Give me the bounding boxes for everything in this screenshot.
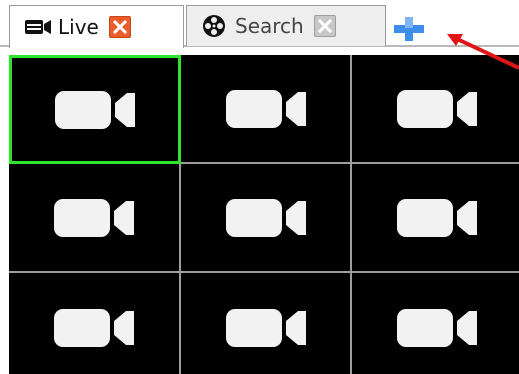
video-camera-icon <box>54 309 134 347</box>
tab-live-label: Live <box>58 15 99 39</box>
camera-icon <box>25 20 51 34</box>
video-camera-icon <box>225 309 306 347</box>
video-cell[interactable] <box>9 164 181 273</box>
tab-search[interactable]: Search <box>186 5 386 46</box>
plus-icon[interactable] <box>392 16 426 42</box>
video-cell[interactable] <box>352 164 519 273</box>
video-cell[interactable] <box>9 55 181 164</box>
video-camera-icon <box>225 89 306 128</box>
video-camera-icon <box>396 198 477 237</box>
tab-bar: Live Search <box>0 0 519 48</box>
close-icon <box>317 19 332 33</box>
video-camera-icon <box>396 89 477 128</box>
tab-search-label: Search <box>235 14 304 38</box>
video-camera-icon <box>396 309 477 347</box>
video-camera-icon <box>54 198 134 237</box>
tab-search-close-button[interactable] <box>313 15 336 37</box>
video-cell[interactable] <box>181 273 352 374</box>
tab-live-close-button[interactable] <box>108 16 131 38</box>
video-cell[interactable] <box>181 164 352 273</box>
video-camera-icon <box>225 198 306 237</box>
video-grid <box>9 55 519 374</box>
film-reel-icon <box>203 15 225 37</box>
tab-live[interactable]: Live <box>9 5 184 48</box>
close-icon <box>112 20 127 34</box>
video-camera-icon <box>55 90 135 129</box>
video-cell[interactable] <box>352 273 519 374</box>
video-cell[interactable] <box>181 55 352 164</box>
video-cell[interactable] <box>352 55 519 164</box>
video-cell[interactable] <box>9 273 181 374</box>
